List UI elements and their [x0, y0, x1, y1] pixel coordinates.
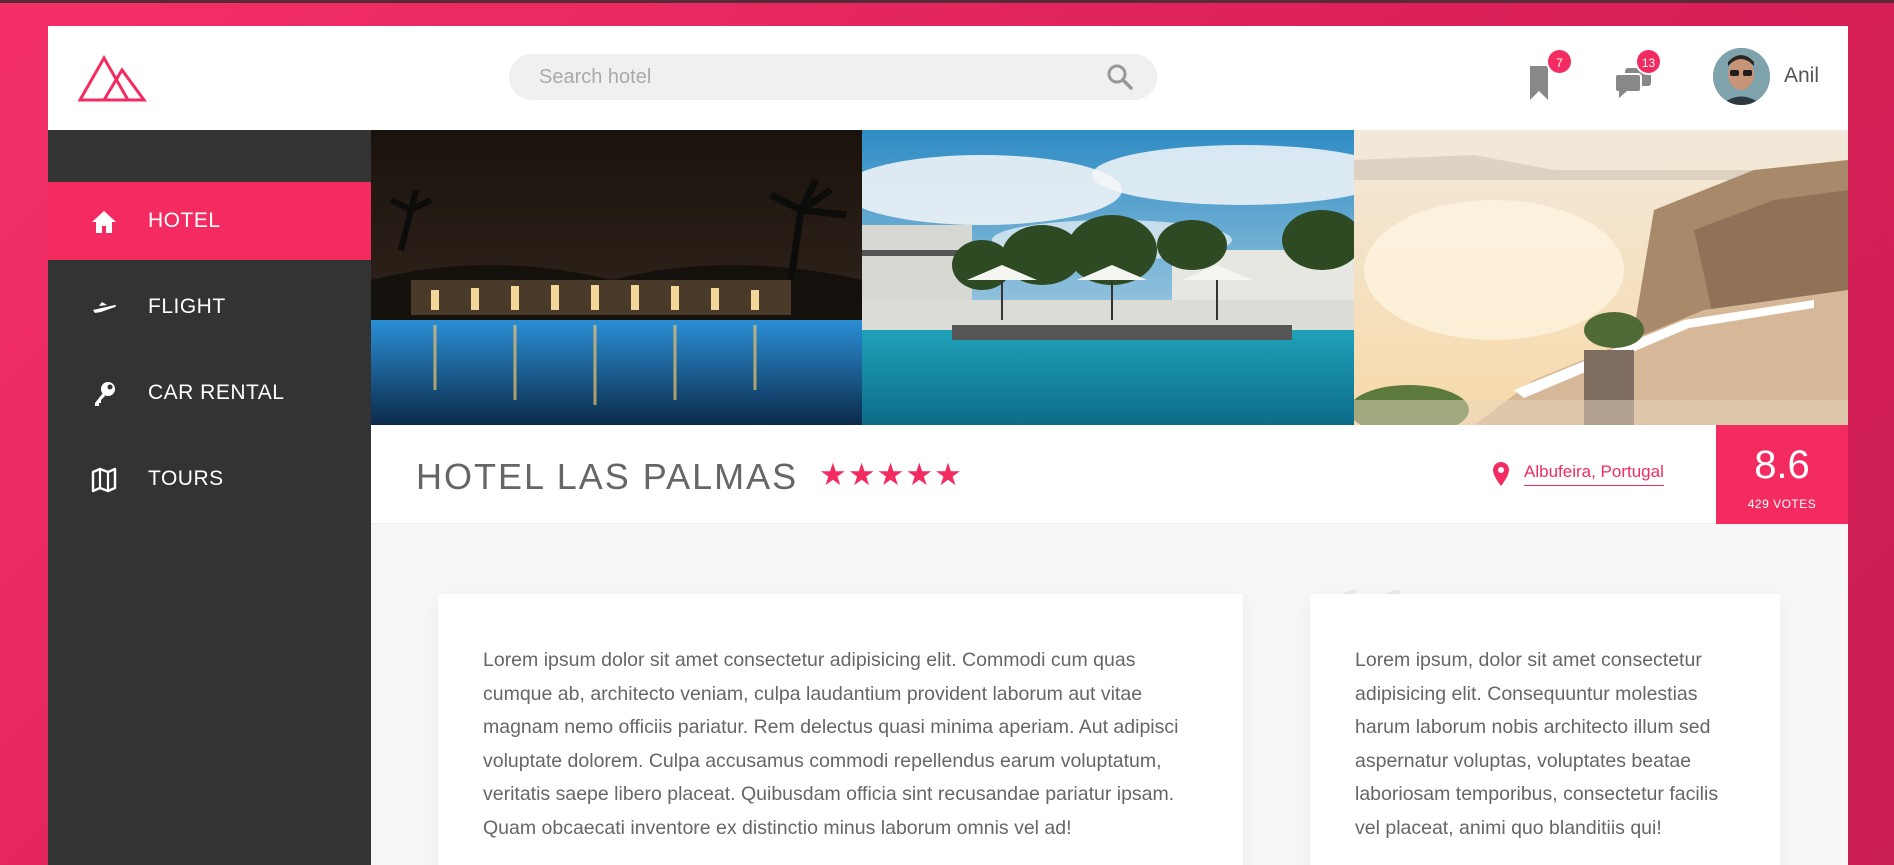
photo-night-pool[interactable]: [371, 130, 862, 425]
messages-button[interactable]: 13: [1615, 48, 1671, 106]
score-badge: 8.6 429 VOTES: [1716, 425, 1848, 524]
plane-icon: [93, 302, 116, 313]
map-icon: [91, 467, 117, 493]
hotel-name: HOTEL LAS PALMAS: [416, 456, 799, 497]
hotel-title-bar: HOTEL LAS PALMAS ★★★★★ Albufeira, Portug…: [371, 425, 1848, 524]
search-icon[interactable]: [1106, 63, 1134, 91]
search-bar: [509, 54, 1157, 100]
votes-count: 429 VOTES: [1747, 497, 1817, 511]
bookmarks-badge: 7: [1546, 48, 1573, 75]
user-name[interactable]: Anil: [1784, 64, 1819, 88]
sidebar-item-tours[interactable]: TOURS: [48, 440, 371, 518]
location-pin-icon: [1493, 462, 1509, 486]
photo-day-pool[interactable]: [862, 130, 1354, 425]
photo-santorini-terrace[interactable]: [1354, 130, 1848, 425]
app-window: 7 13 Anil: [48, 26, 1848, 865]
search-input[interactable]: [509, 54, 1099, 100]
key-icon: [95, 382, 115, 406]
description-text: Lorem ipsum dolor sit amet consectetur a…: [483, 649, 1179, 839]
bookmark-icon: [1530, 66, 1548, 100]
location-link[interactable]: Albufeira, Portugal: [1524, 462, 1664, 486]
messages-badge: 13: [1635, 48, 1662, 75]
star-rating: ★★★★★: [819, 457, 963, 492]
sidebar-item-label: TOURS: [148, 467, 224, 490]
header: 7 13 Anil: [48, 26, 1848, 130]
sidebar-item-label: FLIGHT: [148, 295, 226, 318]
description-card: Lorem ipsum dolor sit amet consectetur a…: [438, 594, 1243, 865]
sidebar-item-label: HOTEL: [148, 209, 221, 232]
avatar[interactable]: [1713, 48, 1770, 105]
score-value: 8.6: [1754, 443, 1810, 487]
sidebar-item-car-rental[interactable]: CAR RENTAL: [48, 354, 371, 432]
window-top-strip: [0, 0, 1894, 3]
quote-card: Lorem ipsum, dolor sit amet consectetur …: [1310, 594, 1780, 865]
photo-gallery: [371, 130, 1848, 425]
home-icon: [92, 211, 116, 233]
sidebar-item-label: CAR RENTAL: [148, 381, 285, 404]
sidebar-item-hotel[interactable]: HOTEL: [48, 182, 371, 260]
sidebar: HOTEL FLIGHT CAR RENTAL TOURS: [48, 130, 371, 865]
sidebar-item-flight[interactable]: FLIGHT: [48, 268, 371, 346]
quote-text: Lorem ipsum, dolor sit amet consectetur …: [1355, 649, 1719, 839]
logo-icon[interactable]: [78, 54, 148, 102]
bookmarks-button[interactable]: 7: [1524, 48, 1574, 106]
avatar-image: [1713, 48, 1770, 105]
